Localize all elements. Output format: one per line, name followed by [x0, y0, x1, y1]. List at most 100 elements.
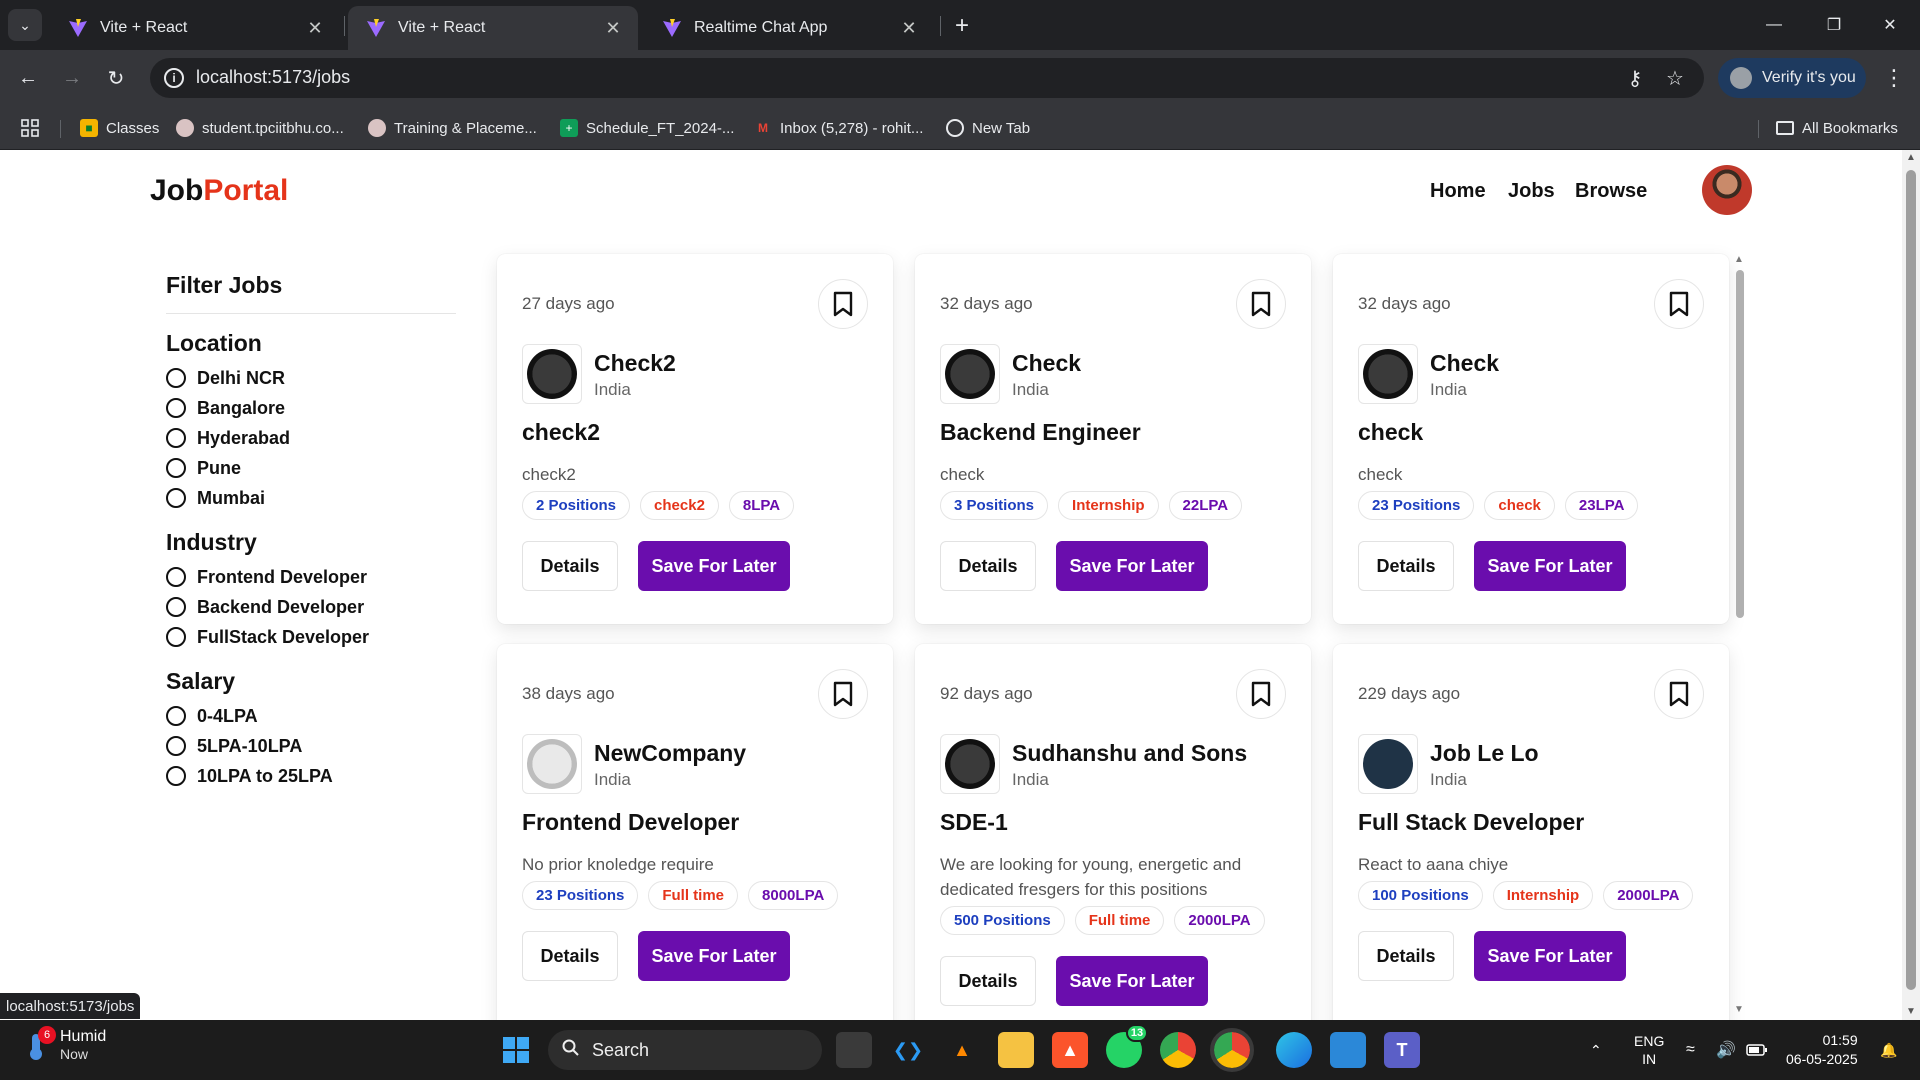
details-button[interactable]: Details	[940, 956, 1036, 1006]
url-text[interactable]: localhost:5173/jobs	[196, 67, 350, 88]
reload-button[interactable]: ↻	[100, 62, 132, 94]
filter-option[interactable]: 5LPA-10LPA	[166, 731, 456, 761]
bookmark-icon[interactable]	[818, 669, 868, 719]
chrome-icon[interactable]	[1160, 1032, 1196, 1068]
save-for-later-button[interactable]: Save For Later	[1474, 541, 1626, 591]
bookmark-training-placement[interactable]: Training & Placeme...	[368, 116, 537, 140]
notifications-bell-icon[interactable]: 🔔	[1880, 1020, 1897, 1080]
filter-option[interactable]: Frontend Developer	[166, 562, 456, 592]
password-key-icon[interactable]: ⚷	[1622, 66, 1648, 90]
radio-button[interactable]	[166, 368, 186, 388]
close-icon[interactable]: ✕	[898, 17, 920, 39]
scroll-down-arrow[interactable]: ▼	[1906, 1006, 1916, 1017]
weather-widget[interactable]: 6 Humid Now	[22, 1026, 106, 1062]
photos-icon[interactable]	[1330, 1032, 1366, 1068]
chrome-active-icon[interactable]	[1210, 1028, 1254, 1072]
vlc-icon[interactable]: ▲	[944, 1032, 980, 1068]
close-icon[interactable]: ✕	[304, 17, 326, 39]
page-scrollbar[interactable]: ▲ ▼	[1902, 150, 1920, 1020]
job-card[interactable]: 229 days ago Job Le Lo India Full Stack Dev…	[1333, 644, 1729, 1020]
job-card[interactable]: 38 days ago NewCompany India Frontend Devel…	[497, 644, 893, 1020]
radio-button[interactable]	[166, 766, 186, 786]
company-logo[interactable]	[522, 734, 582, 794]
tab-realtime-chat[interactable]: Realtime Chat App ✕	[644, 6, 934, 50]
radio-button[interactable]	[166, 458, 186, 478]
radio-button[interactable]	[166, 567, 186, 587]
whatsapp-icon[interactable]: 13	[1106, 1024, 1148, 1068]
radio-button[interactable]	[166, 428, 186, 448]
scroll-up-arrow[interactable]: ▲	[1734, 254, 1744, 265]
details-button[interactable]: Details	[522, 931, 618, 981]
vscode-icon[interactable]: ❮❯	[890, 1032, 926, 1068]
brave-icon[interactable]: ▲	[1052, 1032, 1088, 1068]
filter-option[interactable]: 10LPA to 25LPA	[166, 761, 456, 791]
job-card[interactable]: 32 days ago Check India check check 23 Positi…	[1333, 254, 1729, 624]
bookmark-icon[interactable]	[818, 279, 868, 329]
battery-icon[interactable]	[1746, 1020, 1768, 1080]
bookmark-schedule[interactable]: + Schedule_FT_2024-...	[560, 116, 734, 140]
save-for-later-button[interactable]: Save For Later	[638, 541, 790, 591]
details-button[interactable]: Details	[522, 541, 618, 591]
show-hidden-icons[interactable]: ⌃	[1590, 1020, 1602, 1080]
bookmark-icon[interactable]	[1236, 669, 1286, 719]
job-card[interactable]: 27 days ago Check2 India check2 check2 2 Posi…	[497, 254, 893, 624]
filter-option[interactable]: Hyderabad	[166, 423, 456, 453]
scrollbar-thumb[interactable]	[1736, 270, 1744, 618]
job-card[interactable]: 32 days ago Check India Backend Engineer che…	[915, 254, 1311, 624]
all-bookmarks-button[interactable]: All Bookmarks	[1776, 116, 1898, 140]
new-tab-button[interactable]: +	[948, 12, 976, 40]
filter-option[interactable]: Pune	[166, 453, 456, 483]
forward-button[interactable]: →	[56, 62, 88, 94]
wifi-icon[interactable]: ≈	[1686, 1020, 1695, 1080]
back-button[interactable]: ←	[12, 62, 44, 94]
clock[interactable]: 01:59 06-05-2025	[1786, 1020, 1858, 1080]
job-card[interactable]: 92 days ago Sudhanshu and Sons India SDE-1 W…	[915, 644, 1311, 1020]
teams-icon[interactable]: T	[1384, 1032, 1420, 1068]
save-for-later-button[interactable]: Save For Later	[1056, 956, 1208, 1006]
company-logo[interactable]	[522, 344, 582, 404]
taskbar-search[interactable]: Search	[548, 1030, 822, 1070]
bookmark-student-tpc[interactable]: student.tpciitbhu.co...	[176, 116, 344, 140]
radio-button[interactable]	[166, 488, 186, 508]
restore-button[interactable]: ❐	[1804, 8, 1864, 42]
nav-home[interactable]: Home	[1430, 180, 1486, 203]
site-info-icon[interactable]: i	[164, 68, 184, 88]
bookmark-new-tab[interactable]: New Tab	[946, 116, 1030, 140]
scroll-down-arrow[interactable]: ▼	[1734, 1004, 1744, 1015]
company-logo[interactable]	[940, 344, 1000, 404]
scrollbar-thumb[interactable]	[1906, 170, 1916, 990]
bookmark-icon[interactable]	[1654, 279, 1704, 329]
language-indicator[interactable]: ENG IN	[1634, 1020, 1664, 1080]
details-button[interactable]: Details	[1358, 931, 1454, 981]
nav-jobs[interactable]: Jobs	[1508, 180, 1555, 203]
minimize-button[interactable]: —	[1744, 8, 1804, 42]
filter-option[interactable]: Mumbai	[166, 483, 456, 513]
bookmark-inbox[interactable]: M Inbox (5,278) - rohit...	[754, 116, 923, 140]
save-for-later-button[interactable]: Save For Later	[1474, 931, 1626, 981]
radio-button[interactable]	[166, 398, 186, 418]
filter-option[interactable]: FullStack Developer	[166, 622, 456, 652]
bookmark-classes[interactable]: ■ Classes	[80, 116, 159, 140]
details-button[interactable]: Details	[1358, 541, 1454, 591]
radio-button[interactable]	[166, 597, 186, 617]
filter-option[interactable]: Backend Developer	[166, 592, 456, 622]
radio-button[interactable]	[166, 627, 186, 647]
bookmark-icon[interactable]	[1236, 279, 1286, 329]
address-bar[interactable]: i localhost:5173/jobs ⚷ ☆	[150, 58, 1704, 98]
task-view-icon[interactable]	[836, 1032, 872, 1068]
bookmark-icon[interactable]	[1654, 669, 1704, 719]
apps-grid-icon[interactable]	[20, 116, 40, 140]
company-logo[interactable]	[1358, 734, 1418, 794]
nav-browse[interactable]: Browse	[1575, 180, 1647, 203]
verify-profile-button[interactable]: Verify it's you	[1718, 58, 1866, 98]
tab-search-button[interactable]: ⌄	[8, 9, 42, 41]
details-button[interactable]: Details	[940, 541, 1036, 591]
volume-icon[interactable]: 🔊	[1716, 1020, 1736, 1080]
tab-vite-react-2[interactable]: Vite + React ✕	[348, 6, 638, 50]
radio-button[interactable]	[166, 706, 186, 726]
radio-button[interactable]	[166, 736, 186, 756]
site-logo[interactable]: JobPortal	[150, 174, 288, 208]
user-avatar[interactable]	[1702, 165, 1752, 215]
save-for-later-button[interactable]: Save For Later	[638, 931, 790, 981]
scroll-up-arrow[interactable]: ▲	[1906, 152, 1916, 163]
